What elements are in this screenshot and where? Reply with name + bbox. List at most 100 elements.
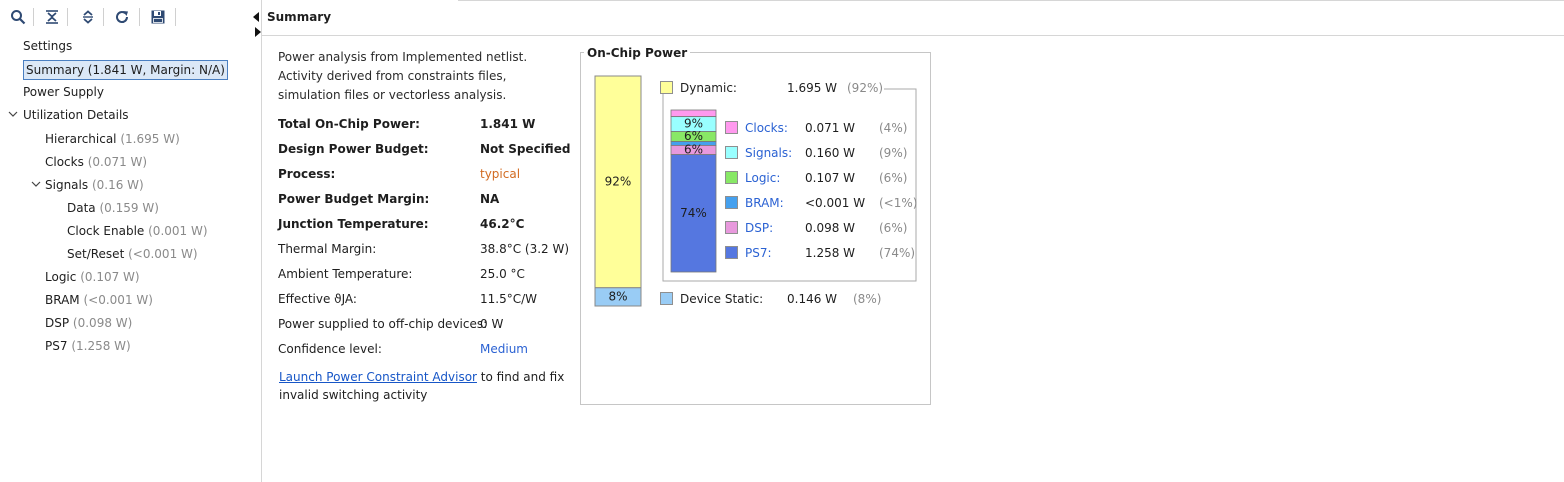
- legend-value: 1.258 W: [805, 246, 856, 260]
- toolbar-separator: [67, 8, 68, 26]
- legend-label[interactable]: PS7:: [745, 243, 772, 263]
- legend-value: 0.098 W: [805, 221, 856, 235]
- tree-item-bram[interactable]: BRAM (<0.001 W): [45, 290, 153, 310]
- legend-label[interactable]: DSP:: [745, 218, 773, 238]
- tree-item-value: (1.258 W): [71, 339, 131, 353]
- tree-item-value: (0.16 W): [91, 178, 144, 192]
- tree-item-clocks[interactable]: Clocks (0.071 W): [45, 152, 147, 172]
- tab-bar: Summary: [262, 0, 1564, 36]
- legend-percent: (74%): [879, 246, 916, 260]
- tree-item-data[interactable]: Data (0.159 W): [67, 198, 159, 218]
- summary-intro: Power analysis from Implemented netlist.…: [278, 50, 528, 102]
- summary-row: Confidence level: Medium: [278, 339, 578, 359]
- tree-item-summary[interactable]: Summary (1.841 W, Margin: N/A): [23, 60, 228, 80]
- summary-label: Process:: [278, 167, 336, 181]
- summary-row: Process: typical: [278, 164, 578, 184]
- tree-item-label: Set/Reset: [67, 247, 125, 261]
- tree-item-value: (0.107 W): [80, 270, 140, 284]
- legend-value: 1.695 W: [787, 81, 838, 95]
- tree-item-hierarchical[interactable]: Hierarchical (1.695 W): [45, 129, 180, 149]
- legend-percent: (<1%): [879, 196, 918, 210]
- bar-label-static: 8%: [608, 289, 627, 303]
- tree-item-utilization-details[interactable]: Utilization Details: [23, 105, 129, 125]
- segment-label-ps7: 74%: [680, 206, 707, 220]
- expand-right-arrow-icon[interactable]: [255, 27, 261, 37]
- legend-percent: (6%): [879, 221, 908, 235]
- advisor-note: Launch Power Constraint Advisor to find …: [279, 368, 569, 404]
- summary-label: Ambient Temperature:: [278, 267, 413, 281]
- tree-item-label: Hierarchical: [45, 132, 117, 146]
- summary-row: Design Power Budget: Not Specified: [278, 139, 578, 159]
- legend-label[interactable]: Logic:: [745, 168, 780, 188]
- search-icon[interactable]: [9, 8, 27, 26]
- summary-value: 1.841 W: [480, 117, 536, 131]
- legend-swatch: [725, 221, 738, 234]
- tree-item-value: (0.159 W): [99, 201, 159, 215]
- legend-value: <0.001 W: [805, 196, 866, 210]
- advisor-link[interactable]: Launch Power Constraint Advisor: [279, 370, 477, 384]
- summary-row: Thermal Margin: 38.8°C (3.2 W): [278, 239, 578, 259]
- legend-label[interactable]: BRAM:: [745, 193, 784, 213]
- left-panel: Settings Summary (1.841 W, Margin: N/A) …: [0, 0, 262, 482]
- legend-label: Dynamic:: [680, 81, 737, 95]
- legend-swatch: [660, 292, 673, 305]
- legend-dynamic: Dynamic: 1.695 W (92%): [660, 78, 887, 98]
- legend-bram[interactable]: BRAM: <0.001 W (<1%): [725, 193, 919, 213]
- legend-signals[interactable]: Signals: 0.160 W (9%): [725, 143, 919, 163]
- chevron-down-icon[interactable]: [31, 175, 41, 195]
- tree-item-clock-enable[interactable]: Clock Enable (0.001 W): [67, 221, 208, 241]
- legend-value: 0.107 W: [805, 171, 856, 185]
- tree-item-settings[interactable]: Settings: [23, 36, 72, 56]
- legend-colon: :: [769, 221, 774, 235]
- summary-label: Power supplied to off-chip devices:: [278, 317, 488, 331]
- tree-item-value: (<0.001 W): [83, 293, 153, 307]
- tree-item-label: Data: [67, 201, 96, 215]
- legend-dsp[interactable]: DSP: 0.098 W (6%): [725, 218, 919, 238]
- summary-label: Total On-Chip Power:: [278, 117, 420, 131]
- legend-colon: :: [788, 146, 793, 160]
- summary-row: Effective ϑJA: 11.5°C/W: [278, 289, 578, 309]
- refresh-icon[interactable]: [113, 8, 131, 26]
- save-icon[interactable]: [149, 8, 167, 26]
- legend-label[interactable]: Signals:: [745, 143, 792, 163]
- tree-item-label: Logic: [45, 270, 77, 284]
- tree-item-value: (1.695 W): [120, 132, 180, 146]
- tree-item-logic[interactable]: Logic (0.107 W): [45, 267, 140, 287]
- confidence-level-link[interactable]: Medium: [480, 339, 528, 359]
- summary-value: Not Specified: [480, 142, 571, 156]
- legend-ps7[interactable]: PS7: 1.258 W (74%): [725, 243, 919, 263]
- legend-percent: (9%): [879, 146, 908, 160]
- tree-item-label: Clocks: [45, 155, 84, 169]
- chevron-down-icon[interactable]: [8, 105, 18, 125]
- summary-value: typical: [480, 167, 521, 181]
- legend-device-static: Device Static: 0.146 W (8%): [660, 289, 893, 309]
- collapse-all-icon[interactable]: [43, 8, 61, 26]
- summary-row: Junction Temperature: 46.2°C: [278, 214, 578, 234]
- chart-title: On-Chip Power: [584, 46, 691, 60]
- legend-percent: (8%): [853, 292, 882, 306]
- expand-all-icon[interactable]: [79, 8, 97, 26]
- legend-clocks[interactable]: Clocks: 0.071 W (4%): [725, 118, 919, 138]
- summary-row: Power supplied to off-chip devices: 0 W: [278, 314, 578, 334]
- tree-item-power-supply[interactable]: Power Supply: [23, 82, 104, 102]
- legend-swatch: [660, 81, 673, 94]
- summary-value: 25.0 °C: [480, 267, 525, 281]
- tab-summary[interactable]: Summary: [267, 10, 331, 24]
- segment-label-logic: 6%: [684, 129, 703, 143]
- tree-item-ps7[interactable]: PS7 (1.258 W): [45, 336, 131, 356]
- bar-label-dynamic: 92%: [605, 174, 632, 188]
- collapse-left-arrow-icon[interactable]: [253, 12, 259, 22]
- summary-row: Total On-Chip Power: 1.841 W: [278, 114, 578, 134]
- legend-swatch: [725, 146, 738, 159]
- tree-item-dsp[interactable]: DSP (0.098 W): [45, 313, 132, 333]
- tree-item-signals[interactable]: Signals (0.16 W): [45, 175, 144, 195]
- tree-item-set-reset[interactable]: Set/Reset (<0.001 W): [67, 244, 198, 264]
- tree-item-value: (0.071 W): [87, 155, 148, 169]
- tree-item-label: Clock Enable: [67, 224, 145, 238]
- legend-label[interactable]: Clocks:: [745, 118, 788, 138]
- legend-colon: :: [767, 246, 772, 260]
- tree-item-label: DSP: [45, 316, 70, 330]
- legend-logic[interactable]: Logic: 0.107 W (6%): [725, 168, 919, 188]
- legend-percent: (6%): [879, 171, 908, 185]
- summary-label: Thermal Margin:: [278, 242, 377, 256]
